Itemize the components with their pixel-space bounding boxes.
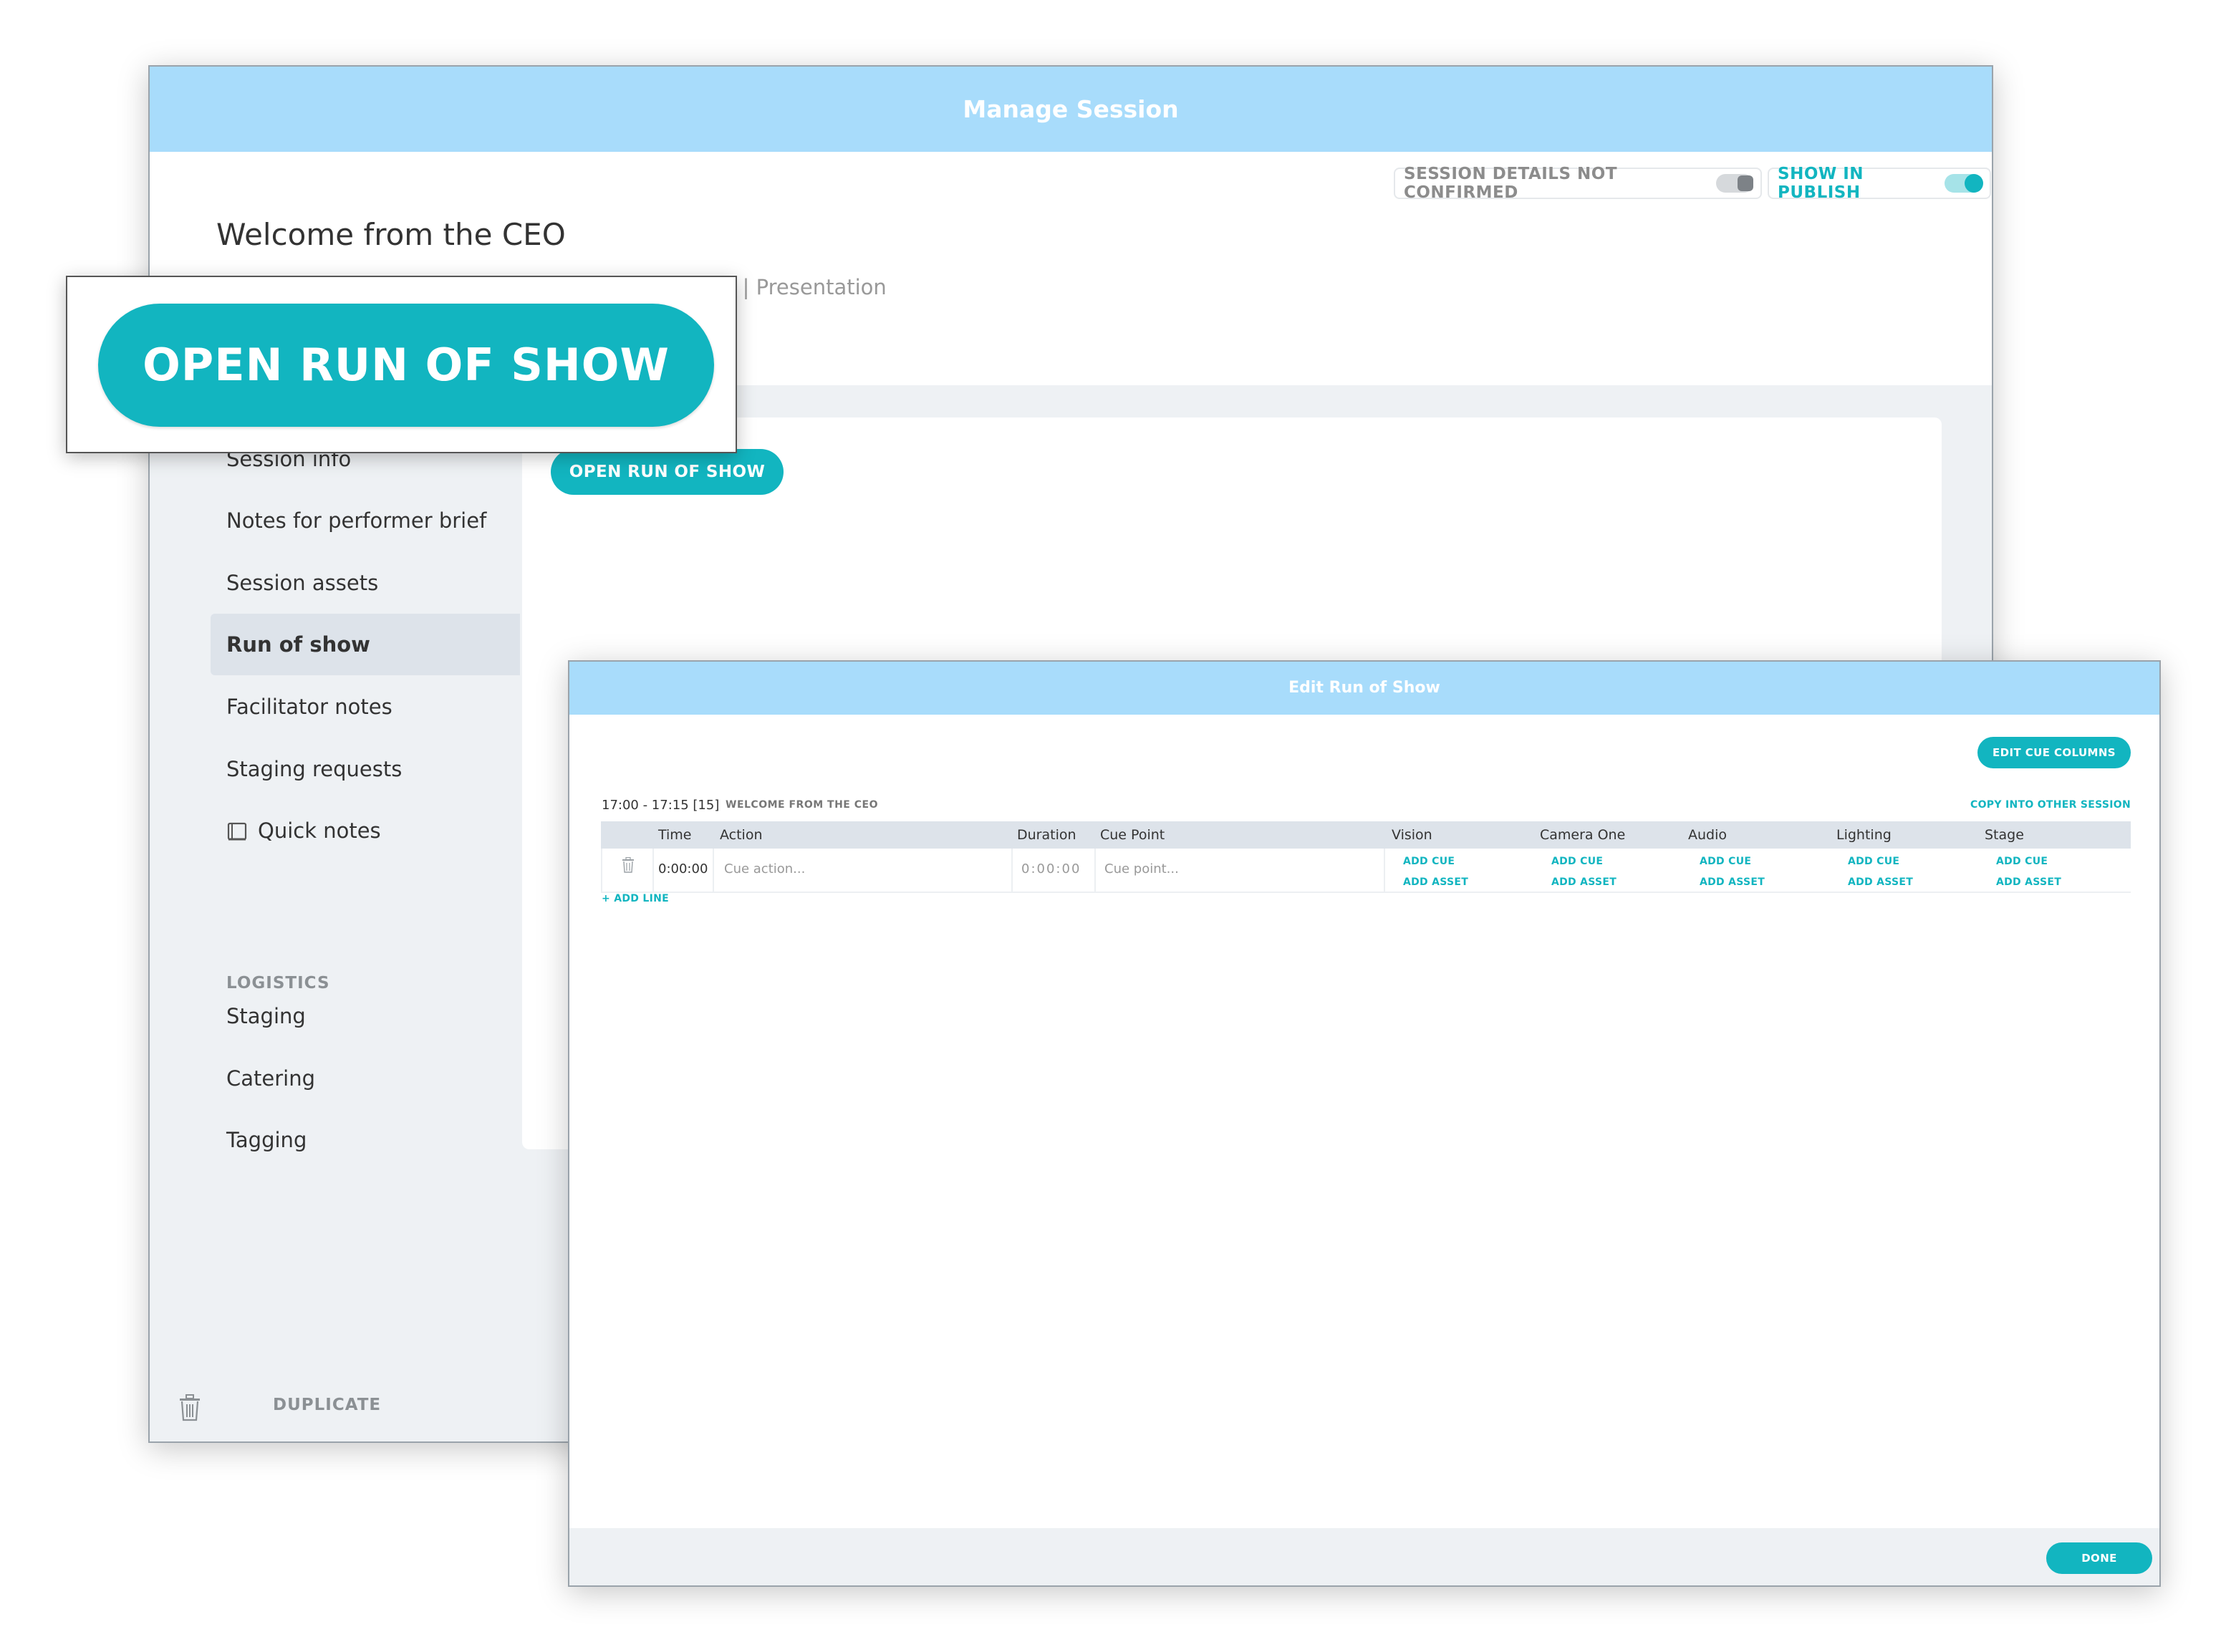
table-header: Time Action Duration Cue Point Vision Ca… bbox=[601, 821, 2131, 849]
sidebar-item-quick-notes[interactable]: Quick notes bbox=[211, 800, 520, 861]
cue-point-input[interactable]: Cue point... bbox=[1096, 849, 1385, 892]
column-header-camera-one: Camera One bbox=[1540, 827, 1626, 843]
sidebar-item-label: Catering bbox=[226, 1066, 316, 1091]
segment-time: 17:00 - 17:15 [15] bbox=[602, 798, 720, 813]
session-confirmed-label: SESSION DETAILS NOT CONFIRMED bbox=[1404, 165, 1618, 202]
duplicate-button[interactable]: DUPLICATE bbox=[273, 1396, 381, 1414]
column-header-audio: Audio bbox=[1688, 827, 1728, 843]
sidebar-item-catering[interactable]: Catering bbox=[211, 1048, 520, 1109]
add-asset-link[interactable]: ADD ASSET bbox=[1551, 872, 1616, 893]
time-input[interactable]: 0:00:00 bbox=[654, 849, 714, 892]
sidebar-item-staging[interactable]: Staging bbox=[211, 985, 520, 1047]
show-in-publish-label: SHOW IN PUBLISH bbox=[1778, 165, 1864, 202]
vision-cue-links: ADD CUE ADD ASSET bbox=[1403, 851, 1468, 893]
sidebar-item-label: Quick notes bbox=[258, 818, 381, 843]
sidebar-item-label: Staging requests bbox=[226, 757, 403, 781]
column-header-cue-point: Cue Point bbox=[1100, 827, 1165, 843]
row-delete-cell bbox=[601, 849, 654, 892]
notebook-icon bbox=[227, 822, 247, 841]
table-row: 0:00:00 Cue action... 0:00:00 Cue point.… bbox=[601, 849, 2131, 893]
edit-footer: DONE bbox=[569, 1528, 2159, 1585]
show-in-publish-switch[interactable] bbox=[1944, 174, 1983, 193]
sidebar-item-label: Facilitator notes bbox=[226, 695, 392, 719]
stage-cue-links: ADD CUE ADD ASSET bbox=[1996, 851, 2061, 893]
copy-into-other-session-link[interactable]: COPY INTO OTHER SESSION bbox=[1970, 799, 2131, 811]
add-asset-link[interactable]: ADD ASSET bbox=[1700, 872, 1765, 893]
sidebar-item-staging-requests[interactable]: Staging requests bbox=[211, 738, 520, 800]
sidebar-item-tagging[interactable]: Tagging bbox=[211, 1109, 520, 1171]
sidebar-item-notes-for-performer-brief[interactable]: Notes for performer brief bbox=[211, 490, 520, 551]
add-line-link[interactable]: + ADD LINE bbox=[602, 893, 669, 904]
open-run-of-show-button-zoomed[interactable]: OPEN RUN OF SHOW bbox=[98, 304, 714, 427]
zoom-callout: OPEN RUN OF SHOW bbox=[66, 276, 737, 453]
session-title: Welcome from the CEO bbox=[216, 217, 566, 252]
cue-action-input[interactable]: Cue action... bbox=[714, 849, 1013, 892]
add-cue-link[interactable]: ADD CUE bbox=[1848, 851, 1913, 872]
run-of-show-table: Time Action Duration Cue Point Vision Ca… bbox=[601, 821, 2131, 893]
add-cue-link[interactable]: ADD CUE bbox=[1403, 851, 1468, 872]
add-cue-link[interactable]: ADD CUE bbox=[1551, 851, 1616, 872]
camera-one-cue-links: ADD CUE ADD ASSET bbox=[1551, 851, 1616, 893]
lighting-cue-links: ADD CUE ADD ASSET bbox=[1848, 851, 1913, 893]
session-confirmed-switch[interactable] bbox=[1715, 174, 1753, 193]
trash-icon[interactable] bbox=[178, 1394, 201, 1421]
add-asset-link[interactable]: ADD ASSET bbox=[1996, 872, 2061, 893]
sidebar-item-label: Session assets bbox=[226, 571, 379, 595]
add-asset-link[interactable]: ADD ASSET bbox=[1848, 872, 1913, 893]
column-header-lighting: Lighting bbox=[1836, 827, 1892, 843]
duration-input[interactable]: 0:00:00 bbox=[1013, 849, 1096, 892]
edit-run-of-show-window: Edit Run of Show EDIT CUE COLUMNS 17:00 … bbox=[568, 660, 2161, 1587]
add-asset-link[interactable]: ADD ASSET bbox=[1403, 872, 1468, 893]
sidebar-item-label: Tagging bbox=[226, 1128, 307, 1152]
sidebar-item-label: Staging bbox=[226, 1004, 306, 1028]
add-cue-link[interactable]: ADD CUE bbox=[1700, 851, 1765, 872]
session-confirmed-toggle[interactable]: SESSION DETAILS NOT CONFIRMED bbox=[1394, 165, 1762, 202]
open-run-of-show-button[interactable]: OPEN RUN OF SHOW bbox=[551, 449, 784, 495]
session-subtitle: 4 | Presentation bbox=[723, 275, 887, 299]
manage-session-title: Manage Session bbox=[150, 67, 1992, 152]
done-button[interactable]: DONE bbox=[2046, 1542, 2152, 1574]
sidebar-item-label: Notes for performer brief bbox=[226, 508, 487, 533]
audio-cue-links: ADD CUE ADD ASSET bbox=[1700, 851, 1765, 893]
trash-icon[interactable] bbox=[622, 857, 635, 873]
sidebar-item-facilitator-notes[interactable]: Facilitator notes bbox=[211, 676, 520, 738]
column-header-duration: Duration bbox=[1017, 827, 1076, 843]
column-header-stage: Stage bbox=[1985, 827, 2024, 843]
edit-run-of-show-title: Edit Run of Show bbox=[569, 662, 2159, 715]
sidebar-item-session-assets[interactable]: Session assets bbox=[211, 552, 520, 614]
column-header-time: Time bbox=[658, 827, 692, 843]
sidebar-item-run-of-show[interactable]: Run of show bbox=[211, 614, 520, 675]
add-cue-link[interactable]: ADD CUE bbox=[1996, 851, 2061, 872]
sidebar: Session info Notes for performer brief S… bbox=[150, 385, 522, 1441]
segment-name: WELCOME FROM THE CEO bbox=[726, 799, 878, 811]
column-header-vision: Vision bbox=[1392, 827, 1432, 843]
sidebar-item-label: Run of show bbox=[226, 632, 370, 657]
show-in-publish-toggle[interactable]: SHOW IN PUBLISH bbox=[1768, 165, 1991, 202]
edit-cue-columns-button[interactable]: EDIT CUE COLUMNS bbox=[1977, 737, 2131, 768]
column-header-action: Action bbox=[720, 827, 763, 843]
